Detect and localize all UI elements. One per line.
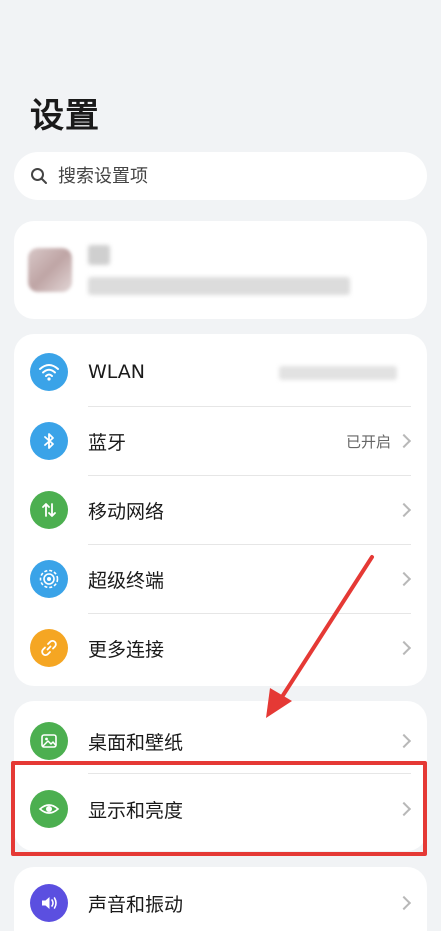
annotation-arrow-icon xyxy=(266,555,374,718)
